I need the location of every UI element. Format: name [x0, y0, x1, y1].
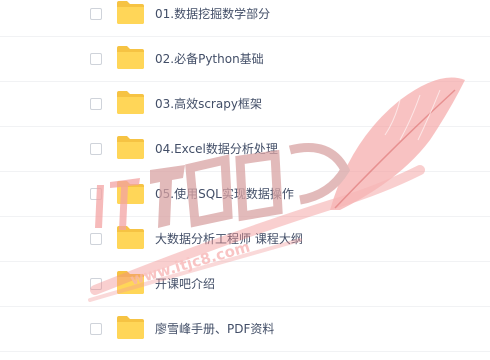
file-name[interactable]: 05.使用SQL实现数据操作	[155, 185, 294, 202]
list-item[interactable]: 廖雪峰手册、PDF资料	[0, 307, 490, 352]
list-item[interactable]: 大数据分析工程师 课程大纲	[0, 217, 490, 262]
file-name[interactable]: 廖雪峰手册、PDF资料	[155, 320, 274, 337]
select-checkbox[interactable]	[90, 143, 102, 155]
folder-icon	[117, 1, 144, 24]
list-item[interactable]: 05.使用SQL实现数据操作	[0, 172, 490, 217]
folder-icon	[117, 91, 144, 114]
list-item[interactable]: 04.Excel数据分析处理	[0, 127, 490, 172]
folder-icon	[117, 316, 144, 339]
folder-icon	[117, 226, 144, 249]
select-checkbox[interactable]	[90, 233, 102, 245]
file-list: 01.数据挖掘数学部分 02.必备Python基础 03.高效scrapy框架	[0, 0, 490, 352]
list-item[interactable]: 01.数据挖掘数学部分	[0, 0, 490, 37]
file-name[interactable]: 04.Excel数据分析处理	[155, 140, 278, 157]
list-item[interactable]: 02.必备Python基础	[0, 37, 490, 82]
file-name[interactable]: 01.数据挖掘数学部分	[155, 5, 270, 22]
file-name[interactable]: 大数据分析工程师 课程大纲	[155, 230, 303, 247]
folder-icon	[117, 46, 144, 69]
folder-icon	[117, 136, 144, 159]
select-checkbox[interactable]	[90, 188, 102, 200]
file-browser: 01.数据挖掘数学部分 02.必备Python基础 03.高效scrapy框架	[0, 0, 490, 360]
list-item[interactable]: 03.高效scrapy框架	[0, 82, 490, 127]
select-checkbox[interactable]	[90, 53, 102, 65]
file-name[interactable]: 02.必备Python基础	[155, 50, 264, 67]
file-name[interactable]: 03.高效scrapy框架	[155, 95, 262, 112]
select-checkbox[interactable]	[90, 98, 102, 110]
file-name[interactable]: 开课吧介绍	[155, 275, 215, 292]
folder-icon	[117, 271, 144, 294]
select-checkbox[interactable]	[90, 278, 102, 290]
select-checkbox[interactable]	[90, 323, 102, 335]
list-item[interactable]: 开课吧介绍	[0, 262, 490, 307]
folder-icon	[117, 181, 144, 204]
select-checkbox[interactable]	[90, 8, 102, 20]
